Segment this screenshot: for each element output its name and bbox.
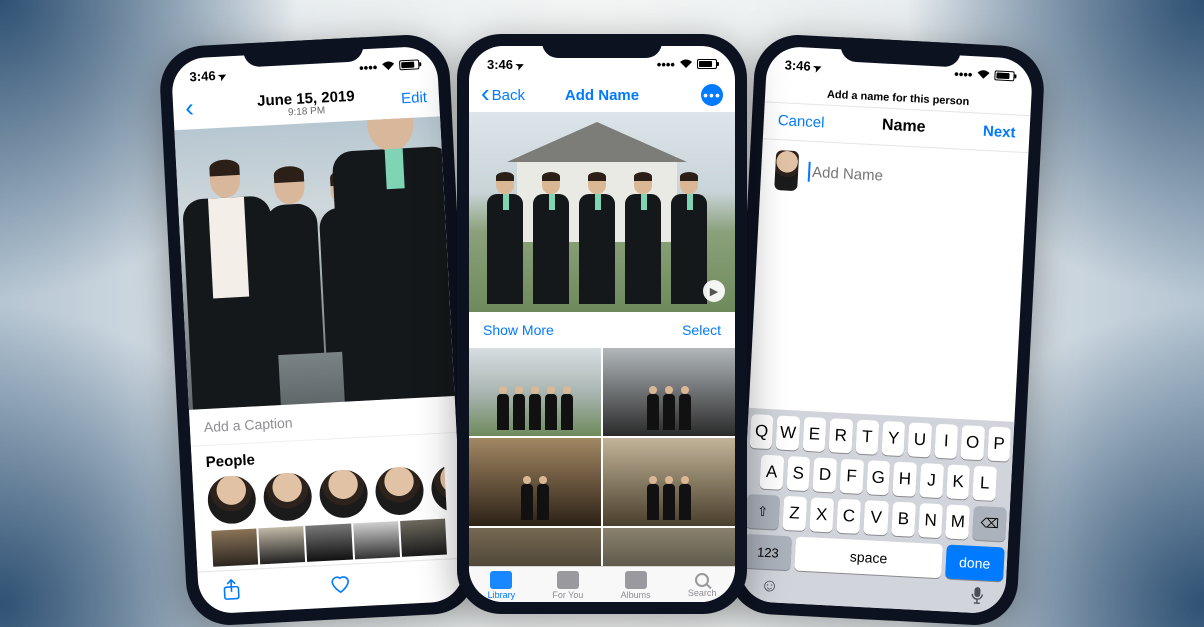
letter-key[interactable]: H: [893, 462, 917, 497]
signal-icon: ••••: [954, 66, 973, 82]
grid-photo[interactable]: [469, 528, 601, 566]
favorite-icon[interactable]: [329, 574, 352, 601]
person-face[interactable]: [318, 469, 368, 519]
letter-key[interactable]: X: [809, 497, 834, 532]
tab-search[interactable]: Search: [688, 573, 717, 598]
grid-photo[interactable]: [469, 348, 601, 436]
avatar: [774, 150, 799, 191]
backspace-key[interactable]: ⌫: [973, 506, 1007, 542]
wifi-icon: [679, 59, 693, 69]
letter-key[interactable]: B: [891, 502, 916, 537]
status-time: 3:46: [784, 57, 822, 74]
signal-icon: ••••: [359, 59, 378, 75]
letter-key[interactable]: N: [918, 503, 943, 538]
letter-key[interactable]: O: [961, 425, 985, 460]
letter-key[interactable]: P: [987, 427, 1011, 462]
letter-key[interactable]: D: [813, 457, 837, 492]
nav-bar: Back Add Name •••: [469, 80, 735, 112]
battery-icon: [697, 59, 717, 69]
letter-key[interactable]: A: [760, 455, 784, 490]
status-time: 3:46: [487, 57, 524, 72]
letter-key[interactable]: M: [945, 504, 970, 539]
grid-photo[interactable]: [603, 528, 735, 566]
letter-key[interactable]: L: [973, 466, 997, 501]
person-face[interactable]: [374, 466, 424, 516]
grid-photo[interactable]: [603, 348, 735, 436]
numbers-key[interactable]: 123: [743, 534, 792, 570]
letter-key[interactable]: I: [934, 424, 958, 459]
phone-person-album: 3:46 •••• Back Add Name ••• ▶ Show More: [457, 34, 747, 614]
share-icon[interactable]: [222, 578, 241, 607]
battery-icon: [399, 59, 419, 70]
letter-key[interactable]: W: [776, 415, 800, 450]
tab-albums[interactable]: Albums: [621, 571, 651, 600]
letter-key[interactable]: T: [855, 420, 879, 455]
keyboard-row: ASDFGHJKL: [748, 454, 1009, 502]
letter-key[interactable]: S: [786, 456, 810, 491]
phone-photo-detail: 3:46 •••• June 15, 2019 9:18 PM Edit Add…: [158, 33, 478, 627]
grid-photo[interactable]: [603, 438, 735, 526]
tab-for-you[interactable]: For You: [552, 571, 583, 600]
phone-name-entry: 3:46 •••• Add a name for this person Can…: [726, 33, 1046, 627]
letter-key[interactable]: Q: [750, 414, 774, 449]
tab-library[interactable]: Library: [488, 571, 516, 600]
signal-icon: ••••: [657, 57, 675, 72]
notch: [542, 34, 662, 58]
photo-main[interactable]: [174, 116, 454, 410]
play-icon[interactable]: ▶: [703, 280, 725, 302]
battery-icon: [994, 70, 1014, 81]
back-button[interactable]: Back: [481, 87, 531, 104]
keyboard: QWERTYUIOP ASDFGHJKL ⇧ ZXCVBNM ⌫ 123 spa…: [739, 408, 1015, 615]
name-input[interactable]: [808, 162, 1014, 193]
letter-key[interactable]: C: [836, 499, 861, 534]
shift-key[interactable]: ⇧: [745, 494, 779, 530]
keyboard-row: ⇧ ZXCVBNM ⌫: [745, 494, 1006, 542]
tab-bar: Library For You Albums Search: [469, 566, 735, 602]
more-button[interactable]: •••: [673, 84, 723, 106]
letter-key[interactable]: G: [866, 460, 890, 495]
letter-key[interactable]: J: [919, 463, 943, 498]
wifi-icon: [381, 61, 396, 72]
name-title: Name: [882, 117, 926, 137]
add-name-title[interactable]: Add Name: [531, 87, 673, 104]
letter-key[interactable]: F: [839, 459, 863, 494]
letter-key[interactable]: K: [946, 464, 970, 499]
letter-key[interactable]: V: [864, 500, 889, 535]
letter-key[interactable]: E: [802, 417, 826, 452]
cancel-button[interactable]: Cancel: [777, 112, 825, 131]
letter-key[interactable]: U: [908, 422, 932, 457]
person-face[interactable]: [430, 465, 446, 514]
done-key[interactable]: done: [945, 544, 1005, 581]
dictation-key[interactable]: [970, 586, 985, 610]
hero-photo[interactable]: ▶: [469, 112, 735, 312]
emoji-key[interactable]: ☺: [760, 575, 780, 599]
letter-key[interactable]: Y: [881, 421, 905, 456]
wifi-icon: [976, 69, 991, 80]
letter-key[interactable]: R: [829, 418, 853, 453]
photo-grid: [469, 348, 735, 566]
next-button[interactable]: Next: [983, 122, 1016, 141]
select-button[interactable]: Select: [682, 322, 721, 338]
back-button[interactable]: [185, 99, 236, 119]
person-face[interactable]: [207, 475, 257, 525]
person-face[interactable]: [262, 472, 312, 522]
show-more-button[interactable]: Show More: [483, 322, 554, 338]
status-time: 3:46: [189, 67, 227, 84]
edit-button[interactable]: Edit: [377, 89, 428, 109]
grid-photo[interactable]: [469, 438, 601, 526]
keyboard-row: QWERTYUIOP: [750, 414, 1011, 462]
letter-key[interactable]: Z: [782, 496, 807, 531]
